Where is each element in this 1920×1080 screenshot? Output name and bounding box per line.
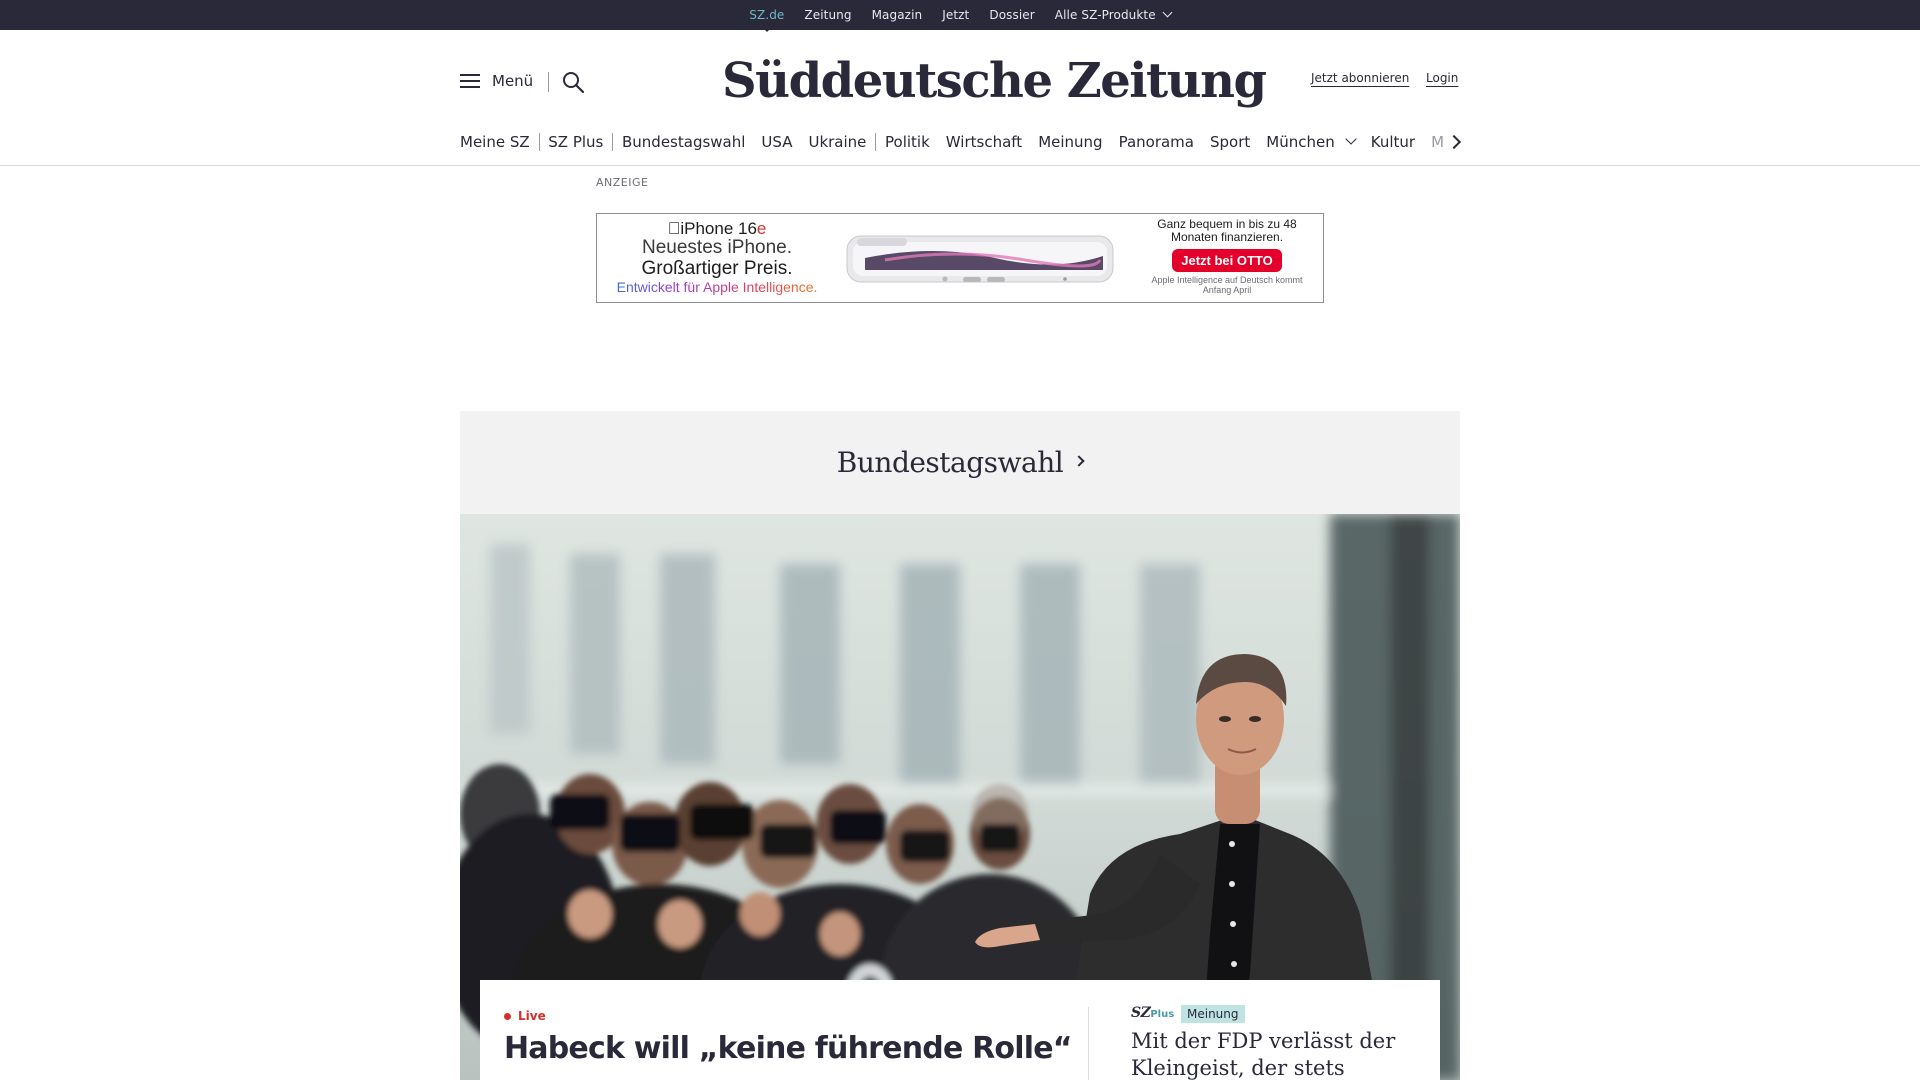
- nav-item-usa[interactable]: USA: [761, 133, 792, 151]
- live-label: Live: [518, 1009, 546, 1023]
- opinion-badge: Meinung: [1181, 1005, 1245, 1023]
- nav-divider: [538, 133, 540, 151]
- ad-offer: Ganz bequem in bis zu 48 Monaten finanzi…: [1137, 217, 1317, 296]
- nav-divider: [875, 133, 877, 151]
- ad-cta-button[interactable]: Jetzt bei OTTO: [1172, 249, 1282, 272]
- site-logo[interactable]: Süddeutsche Zeitung: [722, 48, 1267, 114]
- search-button[interactable]: [561, 70, 585, 94]
- nav-item-wirtschaft[interactable]: Wirtschaft: [946, 133, 1022, 151]
- main-nav: Meine SZ SZ Plus Bundestagswahl USA Ukra…: [460, 130, 1460, 154]
- ad-line-3: Großartiger Preis.: [641, 258, 793, 279]
- ad-product-suffix: e: [750, 219, 766, 238]
- nav-item-truncated[interactable]: M: [1431, 133, 1444, 151]
- ad-line-4: Entwickelt für Apple Intelligence.: [597, 279, 837, 296]
- live-indicator: Live: [504, 1009, 546, 1023]
- ad-label: ANZEIGE: [596, 176, 649, 189]
- ad-financing-text: Ganz bequem in bis zu 48 Monaten finanzi…: [1157, 217, 1297, 244]
- product-link-dossier[interactable]: Dossier: [989, 8, 1034, 22]
- login-link[interactable]: Login: [1426, 71, 1458, 85]
- product-link-szde[interactable]: SZ.de: [749, 8, 784, 32]
- nav-divider: [612, 133, 613, 151]
- ad-product-name: iPhone 16: [673, 219, 757, 238]
- all-products-dropdown[interactable]: Alle SZ-Produkte: [1054, 7, 1173, 22]
- sz-plus-logo: SZPlus: [1131, 1005, 1174, 1021]
- subscribe-link[interactable]: Jetzt abonnieren: [1311, 71, 1409, 85]
- ad-line-2: Neuestes iPhone.: [642, 237, 792, 258]
- nav-item-meine-sz[interactable]: Meine SZ: [460, 133, 530, 151]
- ad-copy: iPhone 16e Neuestes iPhone. Großartiger…: [597, 220, 837, 296]
- site-header: Menü Süddeutsche Zeitung Jetzt abonniere…: [0, 30, 1920, 166]
- hamburger-icon: [460, 73, 480, 89]
- apple-logo-icon: : [668, 219, 681, 238]
- product-link-zeitung[interactable]: Zeitung: [804, 8, 851, 22]
- phone-image: [846, 235, 1114, 283]
- nav-item-muenchen-label: München: [1266, 133, 1335, 151]
- sz-plus-suffix: Plus: [1150, 1009, 1175, 1020]
- ad-product: iPhone 16e: [597, 220, 837, 238]
- product-link-magazin[interactable]: Magazin: [872, 8, 923, 22]
- menu-button[interactable]: Menü: [460, 72, 533, 90]
- header-divider: [548, 72, 549, 92]
- product-bar: SZ.de Zeitung Magazin Jetzt Dossier Alle…: [0, 0, 1920, 32]
- chevron-right-icon: [1073, 454, 1085, 467]
- nav-item-meinung[interactable]: Meinung: [1038, 133, 1102, 151]
- nav-item-bundestagswahl[interactable]: Bundestagswahl: [622, 133, 745, 151]
- sz-plus-brand: SZ: [1131, 1005, 1151, 1021]
- lead-article-card: Live Habeck will „keine führende Rolle“ …: [480, 980, 1440, 1080]
- nav-item-sport[interactable]: Sport: [1210, 133, 1250, 151]
- nav-item-politik[interactable]: Politik: [885, 133, 930, 151]
- nav-item-muenchen[interactable]: München: [1266, 133, 1357, 151]
- ad-banner[interactable]: iPhone 16e Neuestes iPhone. Großartiger…: [596, 213, 1324, 303]
- section-title: Bundestagswahl: [836, 446, 1064, 479]
- live-dot-icon: [504, 1012, 511, 1020]
- ad-disclaimer: Apple Intelligence auf Deutsch kommt Anf…: [1151, 275, 1303, 295]
- nav-item-ukraine[interactable]: Ukraine: [808, 133, 866, 151]
- search-icon: [563, 72, 585, 94]
- all-products-label: Alle SZ-Produkte: [1054, 8, 1156, 22]
- menu-label: Menü: [492, 72, 534, 90]
- nav-item-sz-plus[interactable]: SZ Plus: [548, 133, 603, 151]
- lead-headline[interactable]: Habeck will „keine führende Rolle“: [504, 1030, 1072, 1068]
- product-links: SZ.de Zeitung Magazin Jetzt Dossier Alle…: [0, 0, 1920, 32]
- nav-item-panorama[interactable]: Panorama: [1119, 133, 1194, 151]
- card-divider: [1088, 1007, 1089, 1080]
- product-link-jetzt[interactable]: Jetzt: [942, 8, 969, 22]
- nav-item-kultur[interactable]: Kultur: [1371, 133, 1415, 151]
- section-header-link[interactable]: Bundestagswahl: [460, 411, 1460, 514]
- nav-scroll-right-button[interactable]: [1446, 130, 1464, 154]
- chevron-down-icon: [1345, 133, 1357, 145]
- side-article-headline[interactable]: Mit der FDP verlässt der Kleingeist, der…: [1131, 1028, 1421, 1080]
- chevron-down-icon: [1162, 7, 1173, 18]
